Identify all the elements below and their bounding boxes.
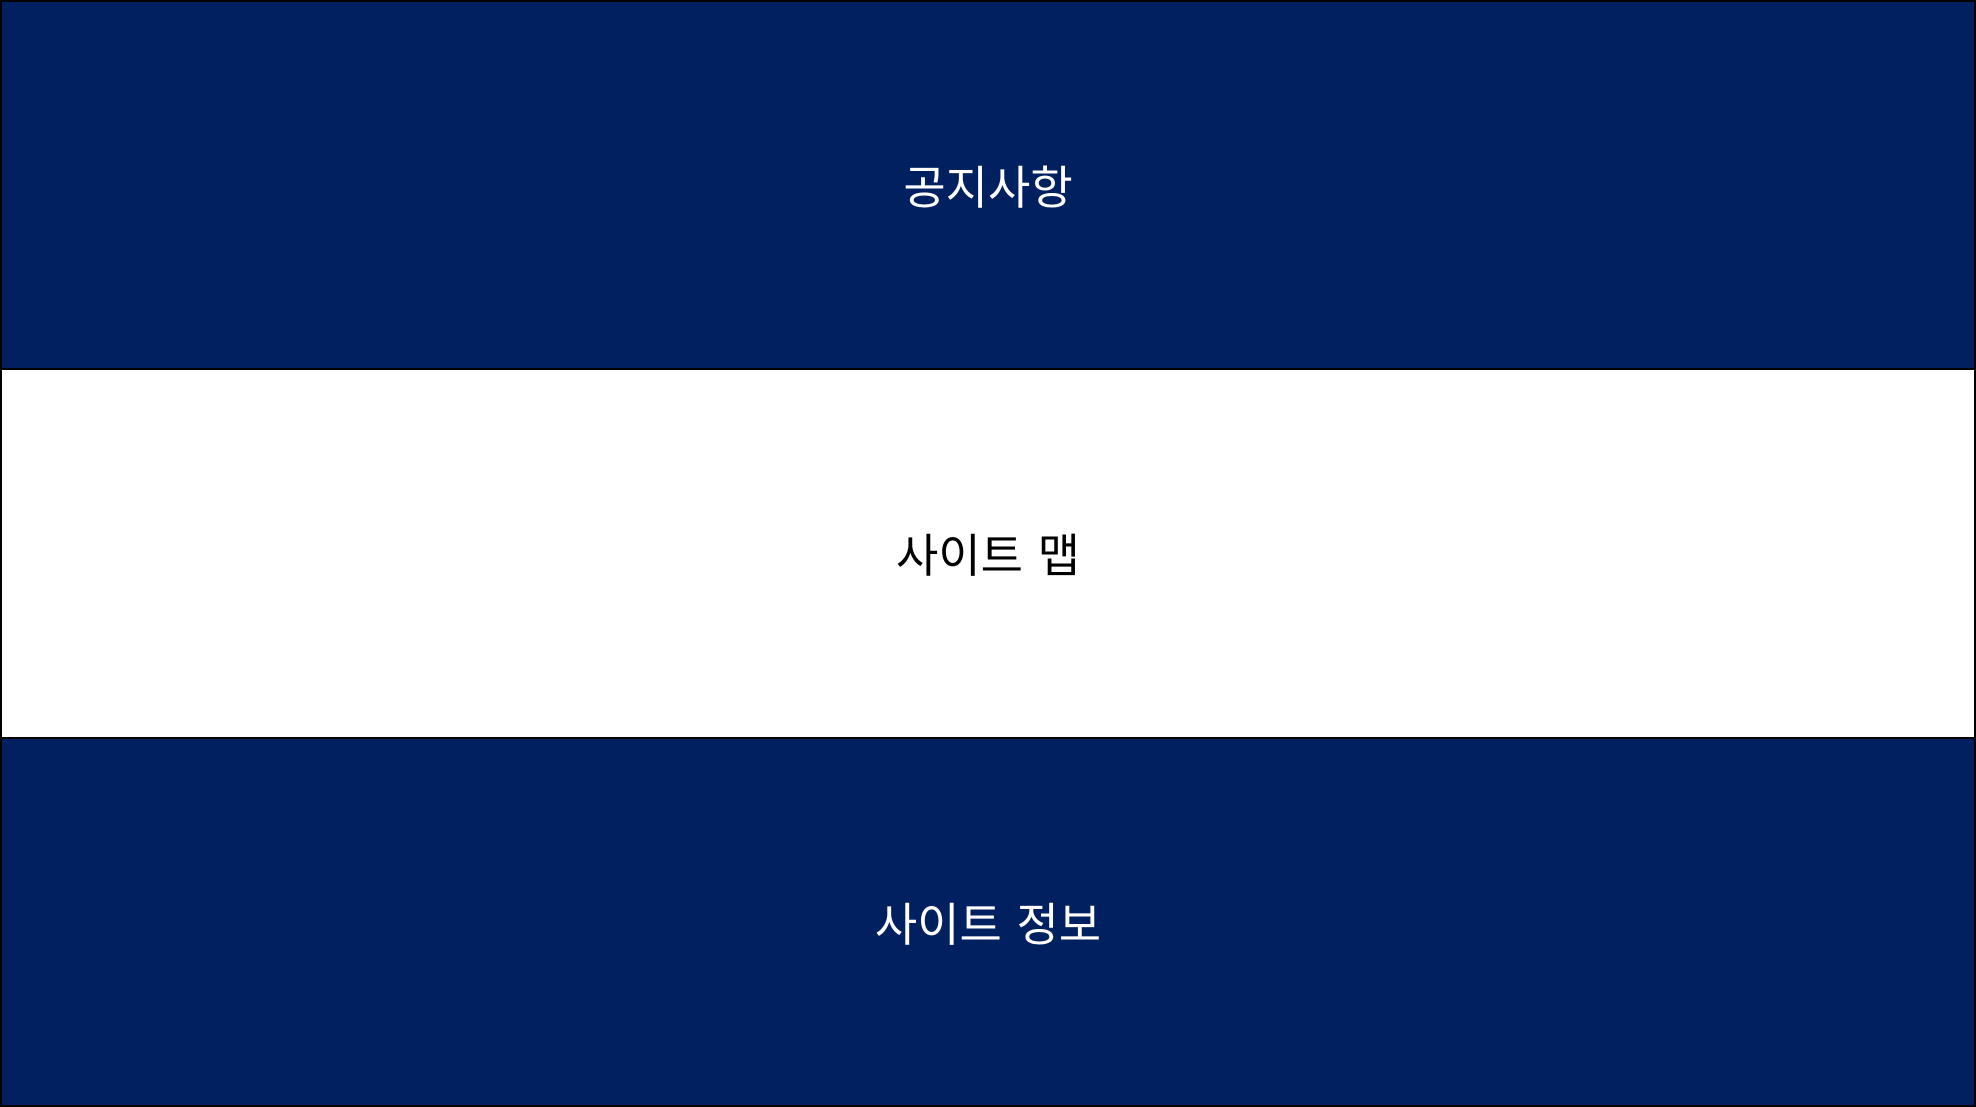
- main-menu: 공지사항 사이트 맵 사이트 정보: [0, 0, 1976, 1107]
- menu-item-sitemap-label: 사이트 맵: [896, 529, 1080, 584]
- menu-item-notices[interactable]: 공지사항: [0, 0, 1976, 371]
- menu-item-site-info-label: 사이트 정보: [874, 897, 1102, 952]
- menu-item-sitemap[interactable]: 사이트 맵: [0, 370, 1976, 739]
- menu-item-site-info[interactable]: 사이트 정보: [0, 738, 1976, 1107]
- menu-item-notices-label: 공지사항: [903, 161, 1073, 216]
